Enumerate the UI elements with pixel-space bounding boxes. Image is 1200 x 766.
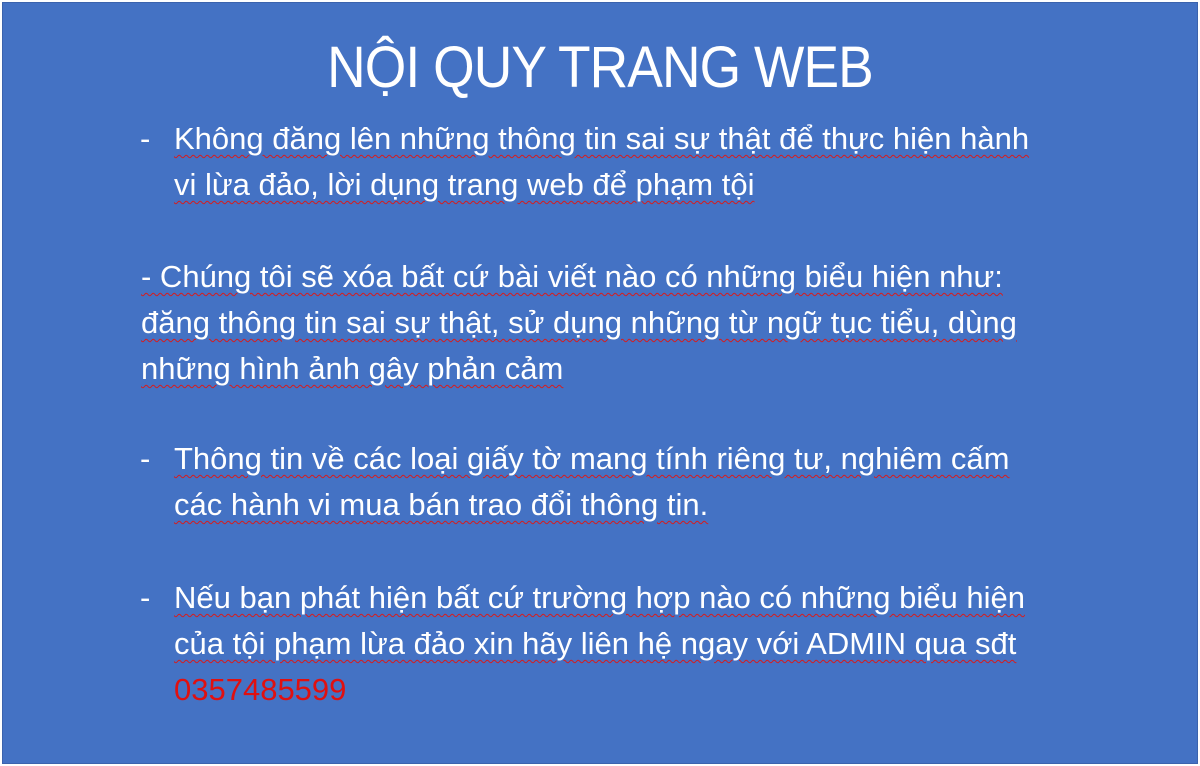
rule-2-line-2: đăng thông tin sai sự thật, sử dụng nhữn… xyxy=(141,305,1017,340)
rule-2-line-3: những hình ảnh gây phản cảm xyxy=(141,351,564,386)
rule-1-line-2: vi lừa đảo, lời dụng trang web để phạm t… xyxy=(174,167,755,202)
rule-4-line-1: Nếu bạn phát hiện bất cứ trường hợp nào … xyxy=(174,580,1025,615)
admin-phone-number: 0357485599 xyxy=(174,672,347,707)
rule-2-line-1: - Chúng tôi sẽ xóa bất cứ bài viết nào c… xyxy=(141,259,1003,294)
bullet-marker: - xyxy=(140,441,151,476)
bullet-marker: - xyxy=(140,580,151,615)
rule-1-line-1: Không đăng lên những thông tin sai sự th… xyxy=(174,121,1030,156)
rules-slide: NỘI QUY TRANG WEB - Không đăng lên những… xyxy=(2,2,1198,764)
rule-3-line-1: Thông tin về các loại giấy tờ mang tính … xyxy=(174,441,1010,476)
rule-3-line-2: các hành vi mua bán trao đổi thông tin. xyxy=(174,487,709,522)
page-title: NỘI QUY TRANG WEB xyxy=(327,35,874,100)
bullet-marker: - xyxy=(140,121,151,156)
rule-4-line-2: của tội phạm lừa đảo xin hãy liên hệ nga… xyxy=(174,626,1017,661)
